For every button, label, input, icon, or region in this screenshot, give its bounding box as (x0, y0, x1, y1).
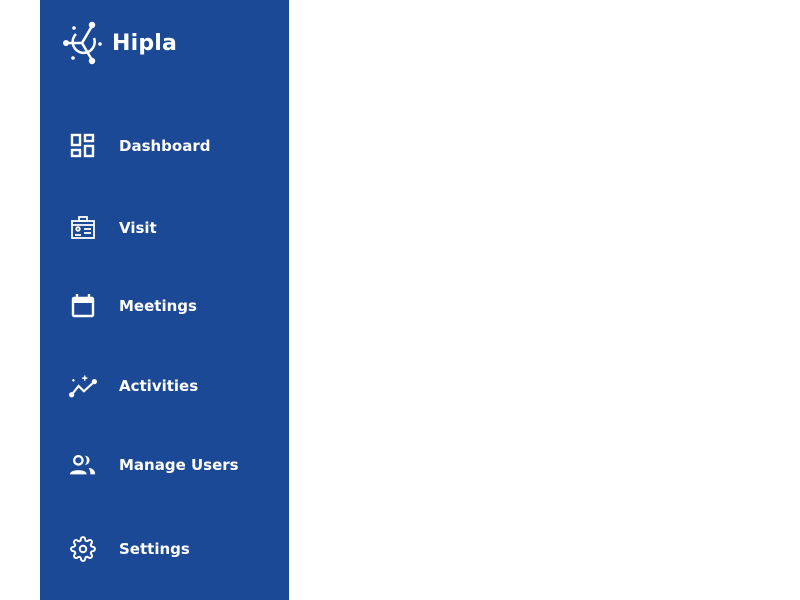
sidebar-item-label: Meetings (119, 297, 197, 315)
sidebar-item-manage-users[interactable]: Manage Users (40, 445, 289, 485)
brand-name: Hipla (112, 30, 178, 56)
sidebar-item-visit[interactable]: Visit (40, 208, 289, 248)
visitor-badge-icon (69, 214, 97, 242)
users-icon (69, 451, 97, 479)
dashboard-icon (69, 132, 97, 160)
sidebar-item-activities[interactable]: Activities (40, 366, 289, 406)
activity-chart-icon (69, 372, 97, 400)
sidebar-item-label: Dashboard (119, 137, 211, 155)
sidebar: Hipla Dashboard Visit Meetings Activitie… (40, 0, 289, 600)
sidebar-item-label: Visit (119, 219, 157, 237)
hipla-logo-icon (63, 21, 102, 65)
logo[interactable]: Hipla (62, 20, 177, 66)
sidebar-item-settings[interactable]: Settings (40, 529, 289, 569)
sidebar-item-dashboard[interactable]: Dashboard (40, 126, 289, 166)
sidebar-item-meetings[interactable]: Meetings (40, 286, 289, 326)
sidebar-item-label: Activities (119, 377, 199, 395)
sidebar-item-label: Manage Users (119, 456, 239, 474)
calendar-icon (69, 292, 97, 320)
gear-icon (69, 535, 97, 563)
sidebar-item-label: Settings (119, 540, 190, 558)
